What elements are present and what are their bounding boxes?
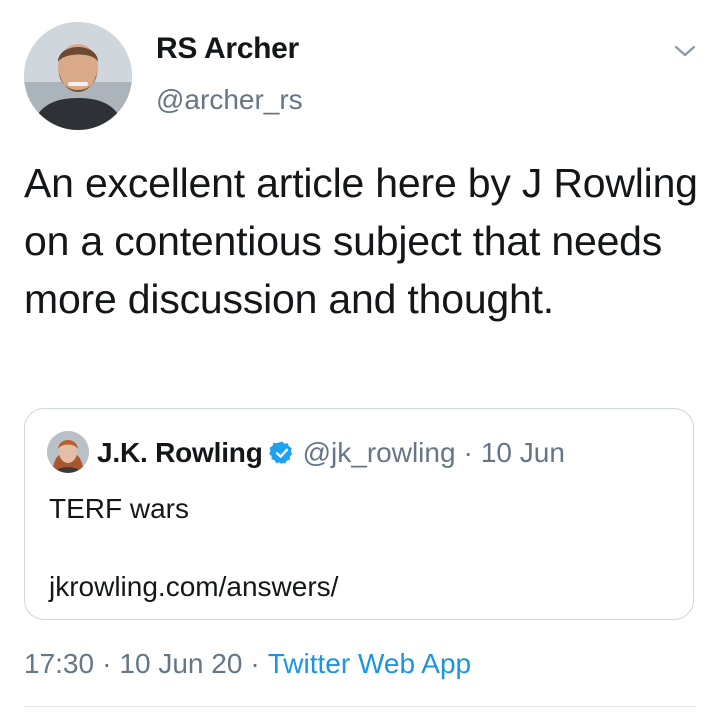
quoted-handle[interactable]: @jk_rowling (303, 437, 456, 469)
author-avatar[interactable] (24, 22, 132, 130)
bearded-man-avatar-icon (24, 22, 132, 130)
tweet-metadata: 17:30 · 10 Jun 20 · Twitter Web App (24, 644, 471, 684)
quoted-tweet[interactable]: J.K. Rowling @jk_rowling · 10 Jun TERF w… (24, 408, 694, 620)
quoted-tweet-header: J.K. Rowling @jk_rowling · 10 Jun (97, 433, 565, 473)
separator-dot: · (250, 648, 260, 679)
quoted-tweet-text: TERF wars (49, 493, 189, 524)
tweet-source-link[interactable]: Twitter Web App (268, 648, 471, 680)
tweet-card: RS Archer @archer_rs An excellent articl… (0, 0, 720, 712)
tweet-time[interactable]: 17:30 (24, 648, 94, 680)
author-display-name[interactable]: RS Archer (156, 32, 299, 66)
quoted-date[interactable]: 10 Jun (481, 437, 565, 469)
tweet-text: An excellent article here by J Rowling o… (24, 160, 698, 322)
quoted-tweet-link[interactable]: jkrowling.com/answers/ (49, 571, 338, 603)
quoted-author-avatar[interactable] (47, 431, 89, 473)
divider (24, 706, 696, 707)
separator-dot: · (102, 648, 112, 679)
chevron-down-icon (674, 45, 696, 57)
woman-avatar-icon (47, 431, 89, 473)
tweet-date[interactable]: 10 Jun 20 (119, 648, 242, 680)
quoted-display-name[interactable]: J.K. Rowling (97, 437, 263, 469)
author-handle[interactable]: @archer_rs (156, 84, 303, 116)
tweet-menu-button[interactable] (670, 36, 700, 66)
separator-dot: · (463, 437, 473, 468)
verified-badge-icon (268, 440, 295, 466)
